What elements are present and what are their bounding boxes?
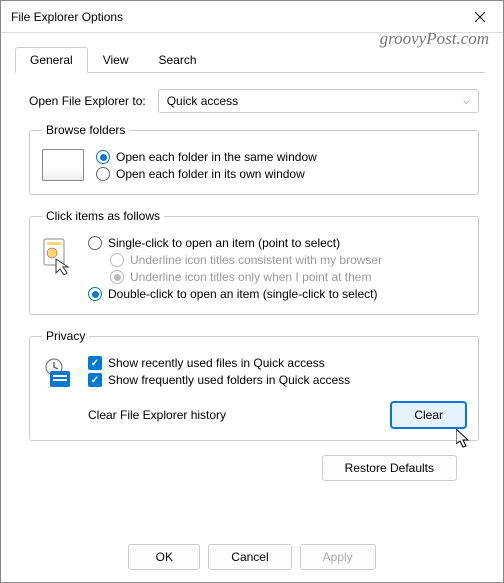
click-legend: Click items as follows [42, 209, 164, 223]
show-recent-option[interactable]: Show recently used files in Quick access [88, 356, 466, 370]
privacy-icon [42, 357, 76, 394]
ok-button[interactable]: OK [128, 544, 200, 570]
window-title: File Explorer Options [11, 10, 123, 24]
folder-icon [42, 149, 84, 181]
checkbox-icon [88, 373, 102, 387]
single-click-label: Single-click to open an item (point to s… [108, 236, 340, 250]
checkbox-icon [88, 356, 102, 370]
titlebar: File Explorer Options [1, 1, 503, 33]
open-to-label: Open File Explorer to: [29, 94, 146, 108]
show-frequent-option[interactable]: Show frequently used folders in Quick ac… [88, 373, 466, 387]
browse-legend: Browse folders [42, 123, 129, 137]
tab-view[interactable]: View [88, 47, 144, 73]
clear-history-label: Clear File Explorer history [88, 408, 226, 422]
browse-opt2-label: Open each folder in its own window [116, 167, 305, 181]
underline-point-option: Underline icon titles only when I point … [110, 270, 466, 284]
frequent-label: Show frequently used folders in Quick ac… [108, 373, 350, 387]
restore-defaults-button[interactable]: Restore Defaults [322, 455, 457, 481]
radio-icon [110, 270, 124, 284]
open-to-row: Open File Explorer to: Quick access ⌵ [29, 89, 479, 113]
browse-folders-group: Browse folders Open each folder in the s… [29, 123, 479, 195]
privacy-group: Privacy Show recently used files in Quic… [29, 329, 479, 441]
restore-row: Restore Defaults [29, 455, 457, 481]
radio-icon [110, 253, 124, 267]
dialog-footer: OK Cancel Apply [1, 544, 503, 570]
underline1-label: Underline icon titles consistent with my… [130, 253, 382, 267]
underline2-label: Underline icon titles only when I point … [130, 270, 371, 284]
tab-strip: General View Search [15, 47, 485, 73]
open-to-value: Quick access [167, 94, 238, 108]
radio-icon [88, 236, 102, 250]
clear-history-row: Clear File Explorer history Clear [88, 402, 466, 428]
single-click-option[interactable]: Single-click to open an item (point to s… [88, 236, 466, 250]
radio-icon [96, 167, 110, 181]
close-icon [475, 12, 485, 22]
radio-icon [96, 150, 110, 164]
chevron-down-icon: ⌵ [463, 96, 470, 107]
apply-button: Apply [300, 544, 376, 570]
tab-content: Open File Explorer to: Quick access ⌵ Br… [1, 73, 503, 489]
radio-icon [88, 287, 102, 301]
tab-general[interactable]: General [15, 47, 88, 73]
close-button[interactable] [457, 1, 503, 33]
clear-button[interactable]: Clear [391, 402, 466, 428]
browse-opt1-label: Open each folder in the same window [116, 150, 317, 164]
browse-same-window-option[interactable]: Open each folder in the same window [96, 150, 466, 164]
privacy-legend: Privacy [42, 329, 89, 343]
click-cursor-icon [42, 237, 76, 304]
click-items-group: Click items as follows Single-click to o… [29, 209, 479, 315]
tab-search[interactable]: Search [144, 47, 212, 73]
browse-own-window-option[interactable]: Open each folder in its own window [96, 167, 466, 181]
dialog-window: File Explorer Options groovyPost.com Gen… [0, 0, 504, 583]
double-click-label: Double-click to open an item (single-cli… [108, 287, 377, 301]
open-to-select[interactable]: Quick access ⌵ [158, 89, 479, 113]
underline-browser-option: Underline icon titles consistent with my… [110, 253, 466, 267]
double-click-option[interactable]: Double-click to open an item (single-cli… [88, 287, 466, 301]
recent-label: Show recently used files in Quick access [108, 356, 325, 370]
cancel-button[interactable]: Cancel [208, 544, 291, 570]
